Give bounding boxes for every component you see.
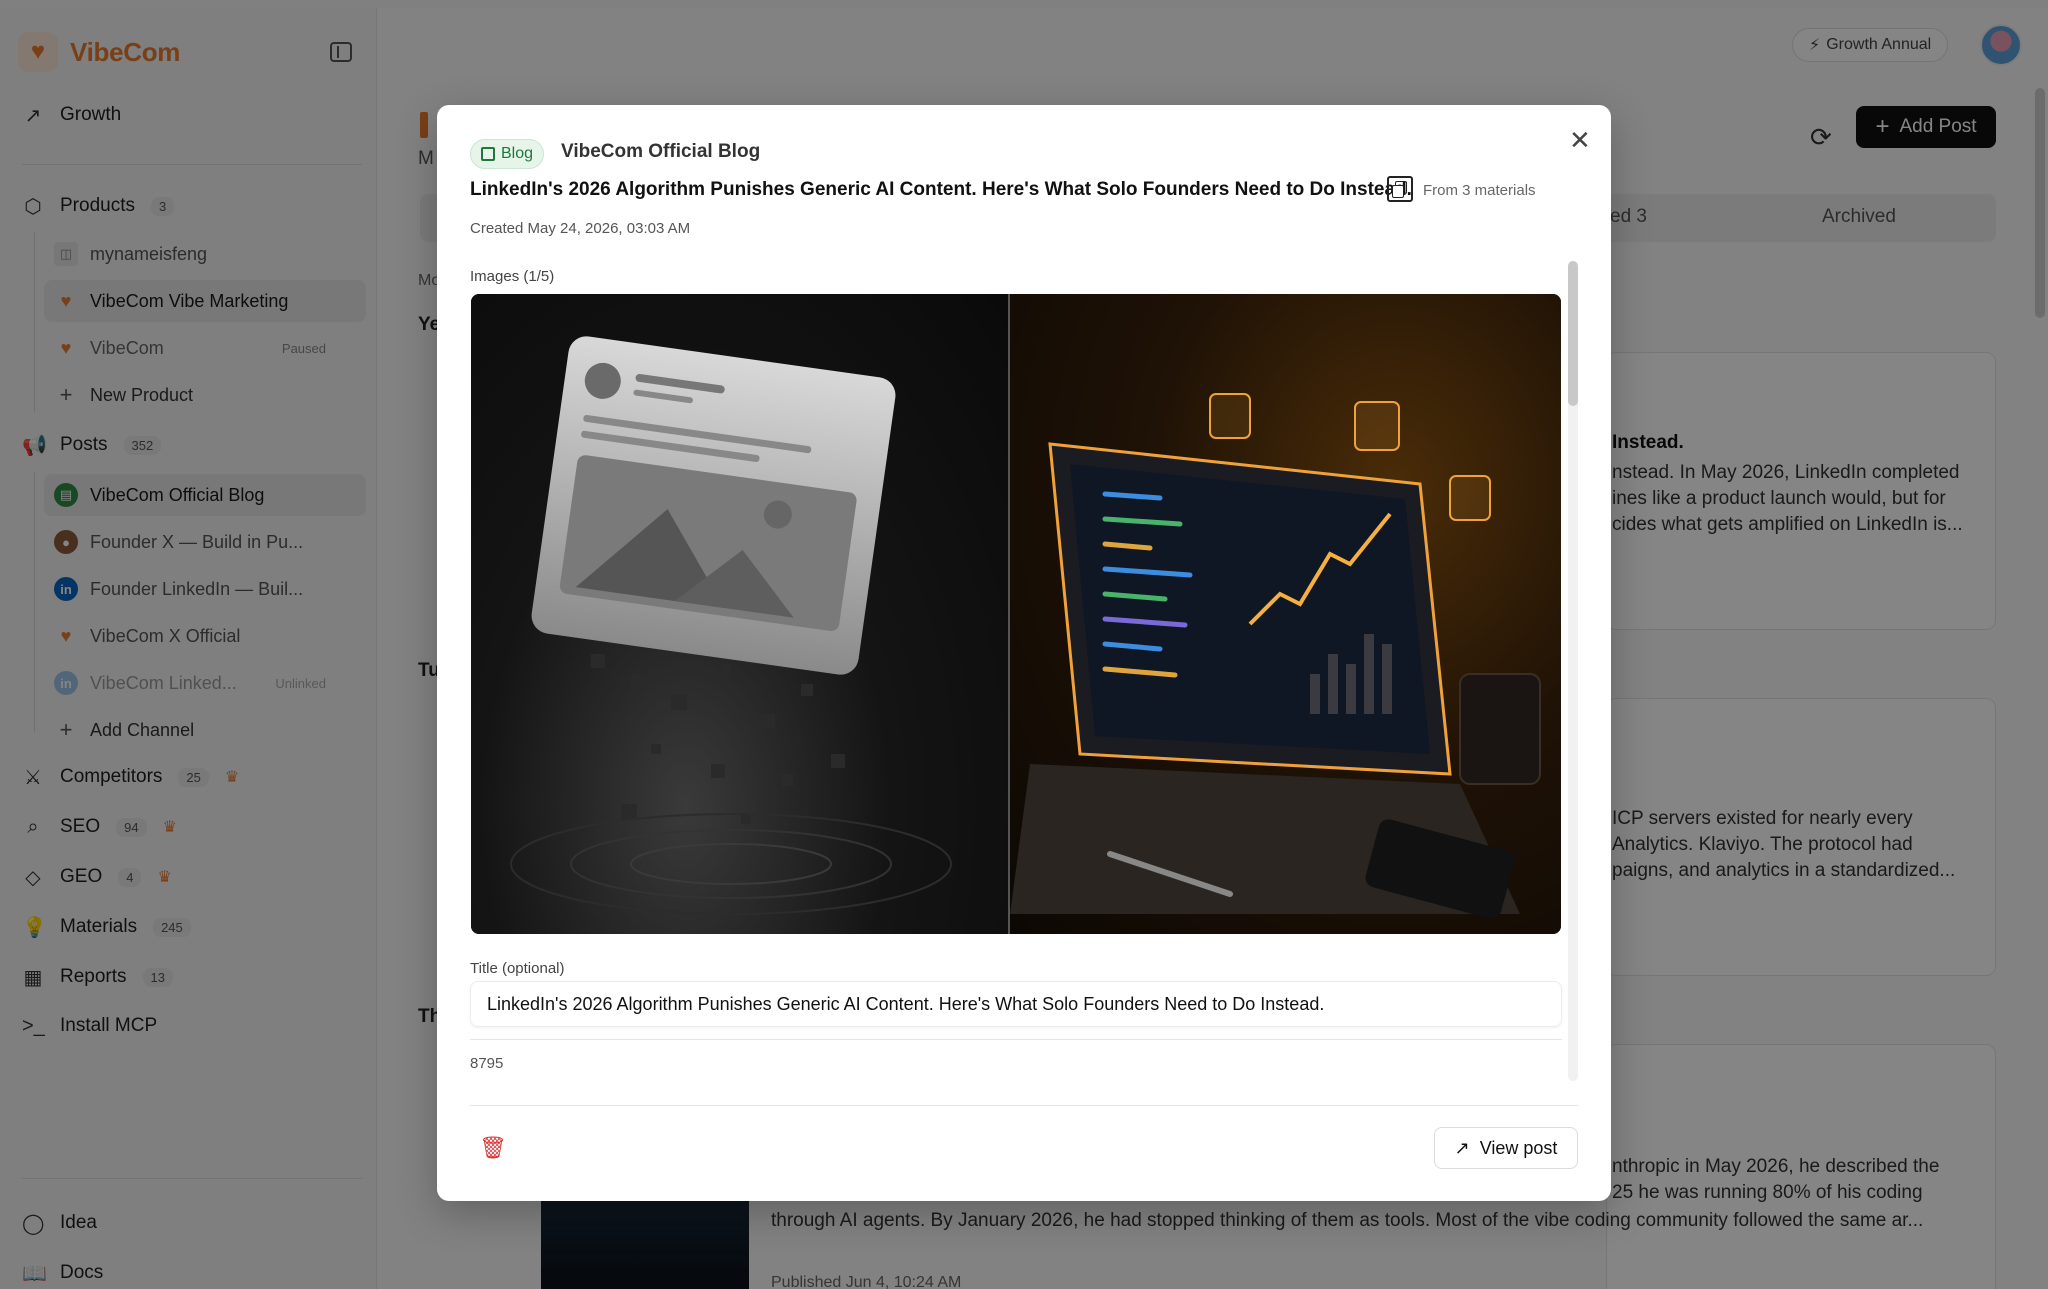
channel-type-badge: Blog [470,139,545,169]
hero-image-left-panel [471,294,1008,934]
footer-divider [470,1105,1578,1106]
hero-image-right-panel [1010,294,1561,934]
view-post-label: View post [1479,1137,1558,1158]
dissolving-post-illustration [510,336,952,915]
view-post-button[interactable]: ↗ View post [1434,1127,1578,1169]
trash-icon[interactable]: 🗑 [479,1135,507,1161]
created-timestamp: Created May 24, 2026, 03:03 AM [470,220,691,237]
source-materials-link[interactable]: From 3 materials [1423,182,1536,199]
external-link-icon: ↗ [1454,1137,1470,1158]
channel-name: VibeCom Official Blog [561,141,761,162]
images-label: Images (1/5) [470,268,555,285]
post-detail-modal: ✕ Blog VibeCom Official Blog LinkedIn's … [437,105,1611,1201]
modal-scrollbar-thumb[interactable] [1568,261,1578,406]
character-count: 8795 [470,1055,504,1072]
badge-label: Blog [501,145,534,162]
blog-icon [481,147,495,161]
laptop-growth-illustration [1010,393,1541,919]
copy-icon[interactable] [1387,176,1413,202]
divider [470,1039,1562,1040]
title-input[interactable]: LinkedIn's 2026 Algorithm Punishes Gener… [470,981,1562,1027]
title-field-label: Title (optional) [470,960,565,977]
post-hero-image[interactable] [471,294,1561,934]
close-icon[interactable]: ✕ [1569,127,1591,153]
post-title: LinkedIn's 2026 Algorithm Punishes Gener… [470,179,1412,200]
